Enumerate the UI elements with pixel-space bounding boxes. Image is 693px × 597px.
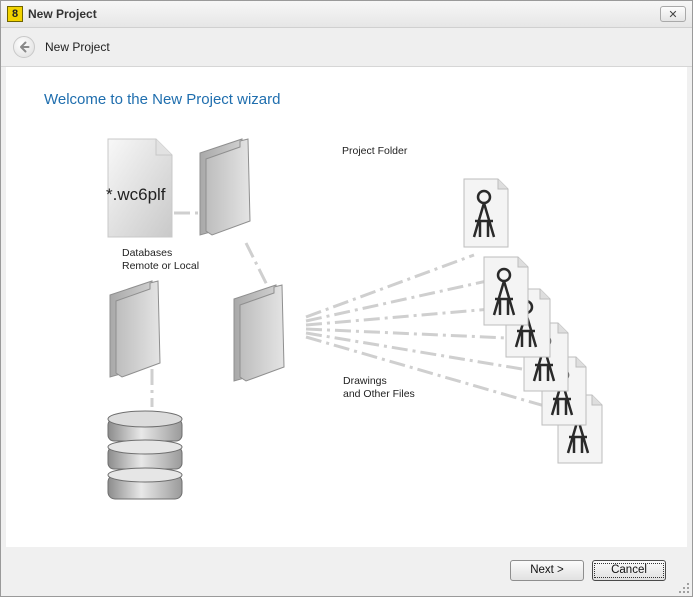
drawings-folder-icon [233,284,285,382]
back-button[interactable] [13,36,35,58]
new-project-window: 8 New Project ✕ New Project Welcome to t… [0,0,693,597]
back-arrow-icon [20,41,30,53]
cancel-button-label: Cancel [594,563,664,578]
drawing-file-icon [462,177,510,249]
file-extension-label: *.wc6plf [106,185,166,204]
database-icon [107,410,183,500]
cancel-button[interactable]: Cancel [592,560,666,581]
drawings-stack [462,177,604,465]
databases-label: Databases Remote or Local [122,247,200,272]
nav-title: New Project [45,40,110,54]
resize-grip-icon[interactable] [678,582,690,594]
database-folder-icon [109,280,161,378]
next-button[interactable]: Next > [510,560,584,581]
project-diagram: *.wc6plf [106,138,604,500]
project-folder-icon [199,138,251,236]
project-folder-label: Project Folder [342,145,408,157]
wizard-content: Welcome to the New Project wizard *.wc6p… [6,67,687,547]
title-bar: 8 New Project ✕ [1,1,692,28]
drawings-label: Drawings and Other Files [343,375,415,400]
app-icon: 8 [7,6,23,22]
window-title: New Project [28,7,97,21]
close-button[interactable]: ✕ [660,6,686,22]
drawing-file-icon [482,255,530,327]
close-icon: ✕ [668,8,678,21]
button-bar: Next > Cancel [1,548,692,596]
navigation-bar: New Project [1,28,692,67]
